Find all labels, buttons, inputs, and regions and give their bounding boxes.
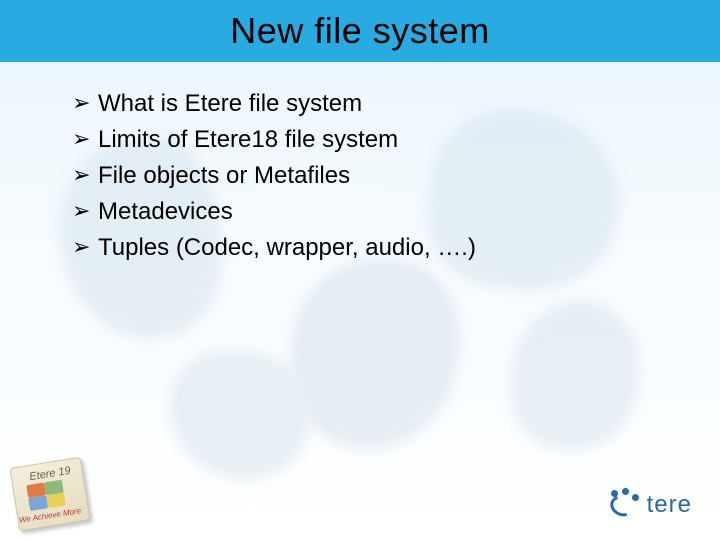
title-bar: New file system bbox=[0, 0, 720, 62]
bullet-item: Metadevices bbox=[72, 194, 648, 230]
badge-etere19: Etere 19 We Achieve More bbox=[14, 462, 86, 526]
slide-title: New file system bbox=[230, 10, 490, 52]
bullet-item: Tuples (Codec, wrapper, audio, ….) bbox=[72, 230, 648, 266]
bullet-item: File objects or Metafiles bbox=[72, 158, 648, 194]
etere-logo-mark-icon bbox=[607, 488, 641, 522]
etere-logo-text: tere bbox=[647, 491, 692, 519]
content-area: What is Etere file system Limits of Eter… bbox=[0, 62, 720, 266]
etere-logo: tere bbox=[607, 488, 692, 522]
bullet-list: What is Etere file system Limits of Eter… bbox=[72, 86, 648, 266]
slide: New file system What is Etere file syste… bbox=[0, 0, 720, 540]
bullet-item: Limits of Etere18 file system bbox=[72, 122, 648, 158]
bullet-item: What is Etere file system bbox=[72, 86, 648, 122]
